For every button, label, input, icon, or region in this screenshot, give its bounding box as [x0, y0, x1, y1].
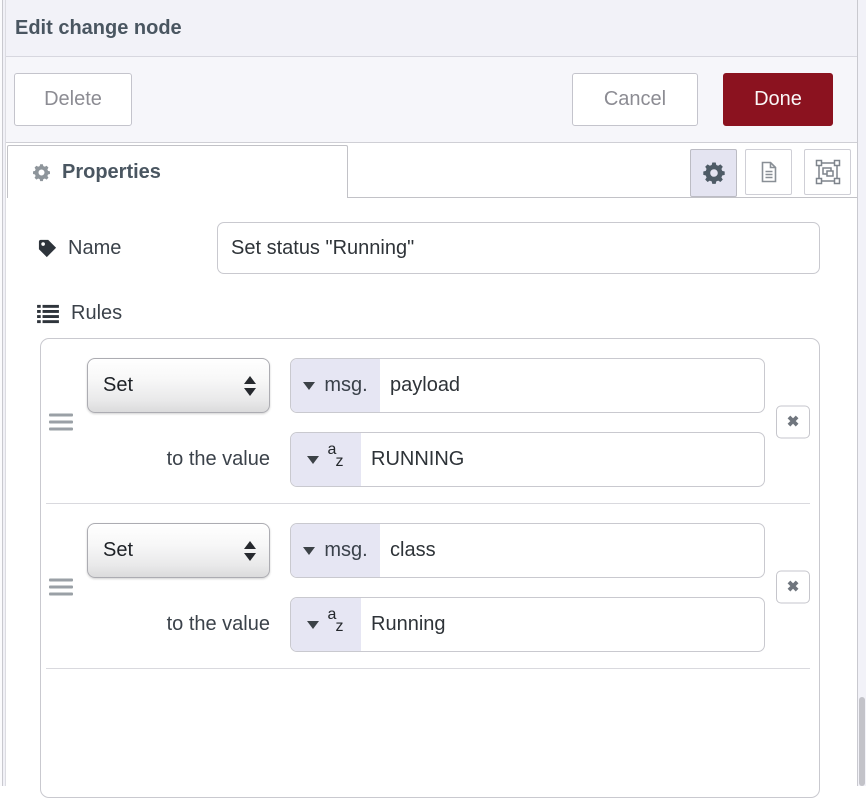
string-type-icon: a z [328, 443, 346, 477]
rule-2-value-type-button[interactable]: a z [291, 598, 361, 651]
rule-1-action-select[interactable]: Set [87, 358, 270, 413]
rule-2-property-input[interactable] [380, 524, 764, 577]
rule-row-2: Set msg. to the value [41, 504, 819, 669]
chevron-down-icon [303, 547, 315, 555]
rule-1-value-type-button[interactable]: a z [291, 433, 361, 486]
msg-prefix-label: msg. [324, 539, 367, 562]
gear-icon [702, 161, 726, 185]
close-icon: ✖ [787, 413, 800, 431]
name-field-label: Name [37, 237, 217, 260]
delete-button[interactable]: Delete [14, 73, 132, 126]
to-the-value-label: to the value [87, 613, 270, 636]
select-arrows-icon [244, 541, 256, 561]
drag-handle-icon[interactable] [49, 409, 73, 434]
rule-2-property-type-button[interactable]: msg. [291, 524, 380, 577]
tab-label: Properties [62, 161, 161, 184]
rule-1-property-type-button[interactable]: msg. [291, 359, 380, 412]
chevron-down-icon [303, 382, 315, 390]
tab-bar: Properties [0, 143, 857, 198]
rule-2-value-field: a z [290, 597, 765, 652]
rule-1-value-field: a z [290, 432, 765, 487]
rules-label-text: Rules [71, 302, 122, 325]
rule-row-1: Set msg. to the value [41, 339, 819, 504]
cancel-button[interactable]: Cancel [572, 73, 698, 126]
select-arrows-icon [244, 376, 256, 396]
rule-1-property-line: Set msg. [87, 358, 765, 413]
chevron-down-icon [307, 621, 319, 629]
tag-icon [37, 238, 58, 259]
rule-2-delete-button[interactable]: ✖ [776, 570, 810, 603]
rule-1-property-input[interactable] [380, 359, 764, 412]
rules-section-label: Rules [37, 302, 820, 325]
rule-1-value-input[interactable] [361, 433, 764, 486]
rule-2-action-select[interactable]: Set [87, 523, 270, 578]
appearance-view-button[interactable] [804, 149, 851, 195]
scrollbar-track[interactable] [858, 0, 866, 786]
string-type-icon: a z [328, 608, 346, 642]
rule-2-value-input[interactable] [361, 598, 764, 651]
tray-resize-line [2, 0, 3, 786]
scrollbar-thumb[interactable] [859, 697, 865, 786]
rule-2-property-line: Set msg. [87, 523, 765, 578]
tray-resize-handle[interactable] [0, 0, 6, 786]
name-input[interactable] [217, 222, 820, 274]
drag-handle-icon[interactable] [49, 574, 73, 599]
rule-2-value-line: to the value a z [87, 597, 765, 652]
done-button[interactable]: Done [723, 73, 833, 126]
edit-node-tray: Edit change node Delete Cancel Done Prop… [0, 0, 858, 786]
rule-1-delete-button[interactable]: ✖ [776, 405, 810, 438]
appearance-icon [814, 158, 842, 186]
tray-toolbar: Delete Cancel Done [0, 57, 857, 143]
gear-icon [32, 163, 51, 182]
properties-form: Name Rules Set [0, 198, 857, 798]
msg-prefix-label: msg. [324, 374, 367, 397]
document-icon [756, 159, 782, 185]
tray-title: Edit change node [15, 17, 182, 40]
rule-1-action-value: Set [103, 374, 133, 397]
rules-list: Set msg. to the value [40, 338, 820, 798]
rule-2-action-value: Set [103, 539, 133, 562]
description-view-button[interactable] [745, 149, 792, 195]
to-the-value-label: to the value [87, 448, 270, 471]
properties-view-button[interactable] [690, 149, 737, 197]
tab-properties[interactable]: Properties [7, 145, 348, 198]
name-row: Name [37, 222, 820, 274]
rule-2-property-field: msg. [290, 523, 765, 578]
chevron-down-icon [307, 456, 319, 464]
rule-1-property-field: msg. [290, 358, 765, 413]
rule-1-value-line: to the value a z [87, 432, 765, 487]
name-label-text: Name [68, 237, 121, 260]
close-icon: ✖ [787, 578, 800, 596]
list-icon [37, 304, 59, 324]
tray-header: Edit change node [0, 0, 857, 57]
